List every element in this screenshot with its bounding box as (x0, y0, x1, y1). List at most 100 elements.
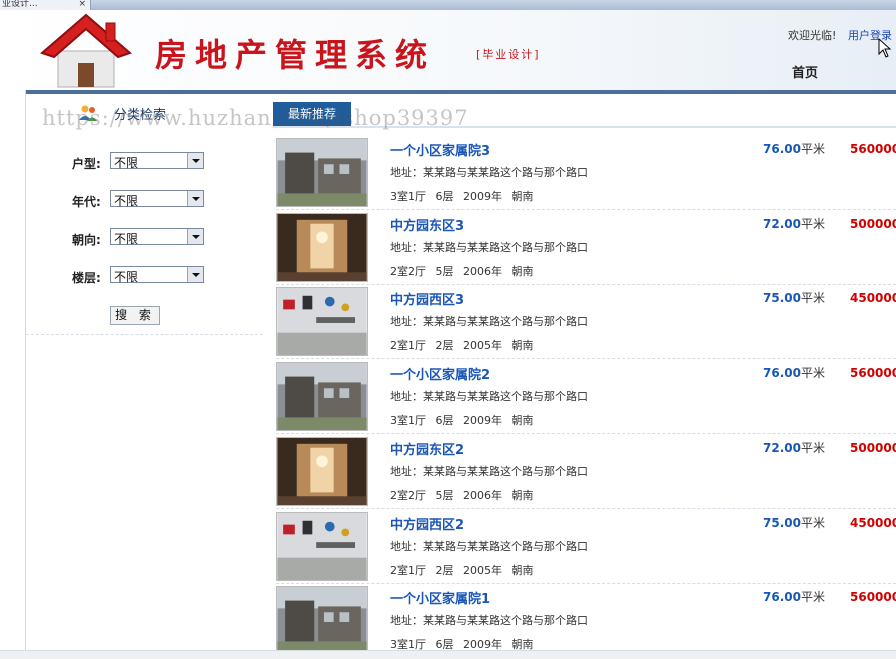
area-value: 72.00 (763, 440, 801, 455)
listing-name-link[interactable]: 中方园西区2 (390, 514, 464, 533)
orientation-select[interactable]: 不限 (110, 228, 204, 246)
sidebar-divider (26, 334, 263, 335)
listing-row: 中方园西区2 地址：某某路与某某路这个路与那个路口 2室1厅 2层 2005年 朝南… (263, 510, 896, 584)
listing-address: 地址：某某路与某某路这个路与那个路口 (390, 315, 588, 329)
listing-address: 地址：某某路与某某路这个路与那个路口 (390, 464, 588, 478)
listing-area: 76.00平米 (763, 364, 825, 381)
property-photo[interactable] (276, 212, 368, 282)
layout-select[interactable]: 不限 (110, 152, 204, 170)
nav-home-link[interactable]: 首页 (792, 62, 818, 81)
welcome-text: 欢迎光临! (788, 29, 837, 42)
area-unit: 平米 (800, 291, 825, 306)
listing-area: 76.00平米 (763, 588, 825, 605)
listing-info: 2室2厅 5层 2006年 朝南 (390, 488, 534, 502)
chevron-down-icon[interactable] (187, 153, 203, 168)
search-button[interactable]: 搜 索 (110, 306, 160, 325)
listing-address: 地址：某某路与某某路这个路与那个路口 (390, 614, 588, 628)
property-photo[interactable] (276, 362, 368, 432)
listing-row: 一个小区家属院3 地址：某某路与某某路这个路与那个路口 3室1厅 6层 2009年 … (263, 136, 896, 210)
area-value: 76.00 (763, 142, 801, 156)
listing-price: 560000元 (850, 590, 896, 605)
select-value: 不限 (114, 156, 139, 170)
listing-row: 一个小区家属院1 地址：某某路与某某路这个路与那个路口 3室1厅 6层 2009年 … (263, 584, 896, 659)
property-photo[interactable] (276, 511, 368, 581)
listing-price: 500000元 (850, 216, 896, 231)
listing-address: 地址：某某路与某某路这个路与那个路口 (390, 539, 588, 553)
listing-name-link[interactable]: 一个小区家属院3 (390, 140, 490, 159)
filter-label: 楼层: (72, 271, 101, 285)
floor-select[interactable]: 不限 (110, 266, 204, 284)
listing-area: 75.00平米 (763, 289, 825, 306)
listing-area: 75.00平米 (763, 514, 825, 531)
area-unit: 平米 (800, 440, 825, 455)
property-photo[interactable] (276, 436, 368, 506)
listing-row: 中方园东区3 地址：某某路与某某路这个路与那个路口 2室2厅 5层 2006年 朝南… (263, 211, 896, 285)
listing-info: 3室1厅 6层 2009年 朝南 (390, 190, 534, 203)
year-select[interactable]: 不限 (110, 190, 204, 208)
filter-row-layout: 户型: 不限 (26, 151, 263, 173)
chevron-down-icon[interactable] (187, 267, 203, 282)
listing-price: 560000元 (850, 142, 896, 156)
watermark-text: https://www.huzhan.com/ishop39397 (42, 106, 469, 130)
browser-tab-title: 业设计... (2, 0, 38, 9)
listing-info: 2室1厅 2层 2005年 朝南 (390, 563, 534, 577)
browser-tabstrip: 业设计... × (0, 0, 896, 10)
area-unit: 平米 (800, 590, 825, 605)
mouse-cursor-icon (878, 38, 892, 58)
filter-row-floor: 楼层: 不限 (26, 265, 263, 287)
select-value: 不限 (114, 232, 139, 246)
site-title: 房地产管理系统 (155, 36, 436, 74)
listing-address: 地址：某某路与某某路这个路与那个路口 (390, 240, 588, 254)
property-photo[interactable] (276, 138, 368, 207)
browser-tab[interactable]: 业设计... × (0, 0, 91, 10)
filter-label: 朝向: (72, 233, 101, 247)
listing-row: 一个小区家属院2 地址：某某路与某某路这个路与那个路口 3室1厅 6层 2009年 … (263, 360, 896, 435)
area-unit: 平米 (800, 515, 825, 530)
listing-name-link[interactable]: 一个小区家属院2 (390, 364, 490, 383)
house-logo-icon (40, 13, 132, 88)
sidebar-topbar (26, 90, 263, 94)
area-value: 75.00 (763, 515, 801, 530)
listing-name-link[interactable]: 中方园东区2 (390, 439, 464, 458)
property-photo[interactable] (276, 287, 368, 357)
select-value: 不限 (114, 194, 139, 208)
area-value: 75.00 (763, 291, 801, 306)
site-subtitle: [毕业设计] (476, 48, 541, 61)
chevron-down-icon[interactable] (187, 229, 203, 244)
listing-area: 72.00平米 (763, 215, 825, 232)
listing-info: 2室2厅 5层 2006年 朝南 (390, 264, 534, 278)
filter-row-year: 年代: 不限 (26, 189, 263, 211)
listing-info: 2室1厅 2层 2005年 朝南 (390, 339, 534, 353)
area-unit: 平米 (800, 216, 825, 231)
area-value: 72.00 (763, 216, 801, 231)
listing-price: 450000元 (850, 291, 896, 306)
area-value: 76.00 (763, 366, 801, 381)
listing-name-link[interactable]: 中方园西区3 (390, 289, 464, 308)
area-value: 76.00 (763, 590, 801, 605)
area-unit: 平米 (800, 142, 825, 156)
chevron-down-icon[interactable] (187, 191, 203, 206)
listing-row: 中方园东区2 地址：某某路与某某路这个路与那个路口 2室2厅 5层 2006年 朝南… (263, 435, 896, 509)
listing-area: 72.00平米 (763, 439, 825, 456)
main-topbar (263, 90, 896, 94)
tab-close-icon[interactable]: × (78, 0, 86, 9)
filter-row-orientation: 朝向: 不限 (26, 227, 263, 249)
listing-name-link[interactable]: 中方园东区3 (390, 215, 464, 234)
listing-name-link[interactable]: 一个小区家属院1 (390, 588, 490, 607)
property-photo[interactable] (276, 586, 368, 656)
sidebar: 分类检索 户型: 不限 年代: 不限 朝向: 不限 楼层: 不限 搜 索 (25, 90, 264, 658)
select-value: 不限 (114, 270, 139, 284)
listing-price: 560000元 (850, 366, 896, 381)
listing-address: 地址：某某路与某某路这个路与那个路口 (390, 390, 588, 404)
area-unit: 平米 (800, 366, 825, 381)
listing-info: 3室1厅 6层 2009年 朝南 (390, 414, 534, 428)
listing-area: 76.00平米 (763, 140, 825, 157)
filter-label: 户型: (72, 157, 101, 171)
listing-price: 500000元 (850, 440, 896, 455)
listing-row: 中方园西区3 地址：某某路与某某路这个路与那个路口 2室1厅 2层 2005年 朝南… (263, 285, 896, 360)
filter-label: 年代: (72, 195, 101, 209)
main-content: 最新推荐 一个小区家属院3 地址：某某路与某某路这个路与那个路口 3室1厅 6层 2… (263, 90, 896, 659)
listing-address: 地址：某某路与某某路这个路与那个路口 (390, 166, 588, 179)
site-header: 房地产管理系统 [毕业设计] 欢迎光临! 用户登录 首页 (0, 10, 896, 90)
listing-price: 450000元 (850, 515, 896, 530)
